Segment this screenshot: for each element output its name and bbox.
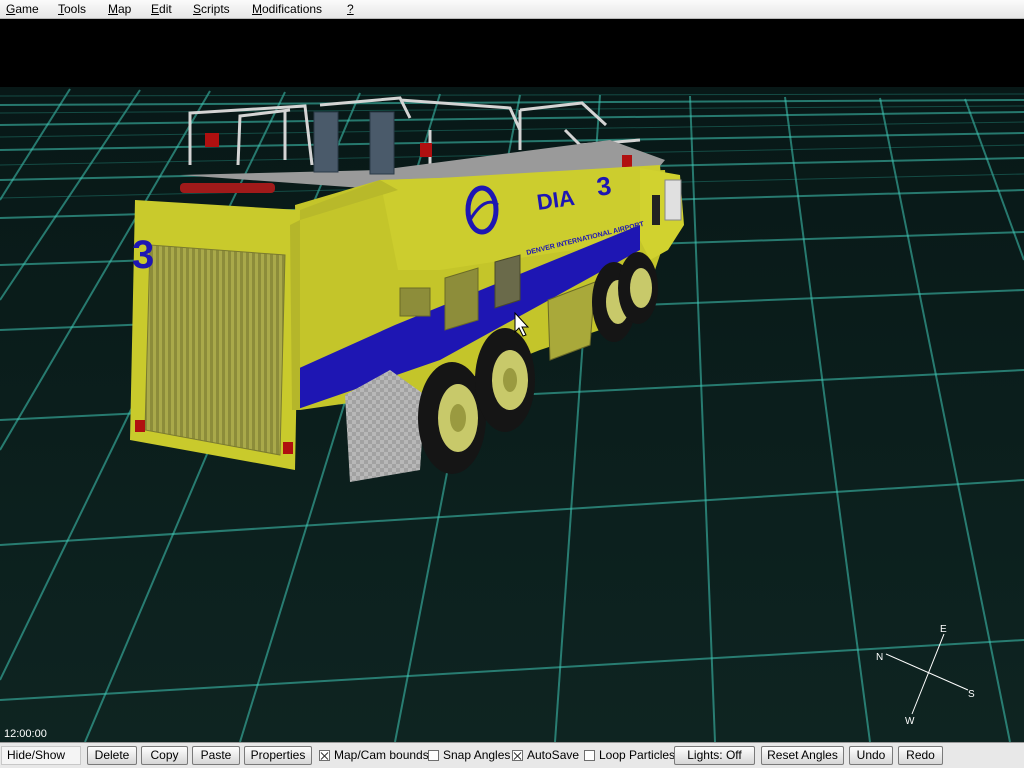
roof-light-left: [205, 133, 219, 147]
undo-button[interactable]: Undo: [849, 746, 893, 765]
cab-door: [652, 195, 660, 225]
map-cam-bounds-box[interactable]: [319, 750, 330, 761]
compass-e: E: [940, 624, 947, 635]
game-time: 12:00:00: [4, 728, 47, 740]
snap-angles-label: Snap Angles: [443, 748, 511, 762]
autosave-checkbox[interactable]: AutoSave: [512, 747, 579, 764]
menu-scripts[interactable]: Scripts: [193, 2, 230, 16]
truck-rear-number: 3: [132, 233, 154, 277]
menu-bar: Game Tools Map Edit Scripts Modification…: [0, 0, 1024, 19]
compartment-door-1: [444, 267, 479, 331]
menu-help[interactable]: ?: [347, 2, 354, 16]
hide-show-button[interactable]: Hide/Show: [1, 746, 81, 765]
copy-button[interactable]: Copy: [141, 746, 188, 765]
map-cam-bounds-label: Map/Cam bounds: [334, 748, 429, 762]
compass-n: N: [876, 652, 883, 663]
menu-game[interactable]: Game: [6, 2, 39, 16]
properties-button[interactable]: Properties: [244, 746, 312, 765]
reset-angles-button[interactable]: Reset Angles: [761, 746, 844, 765]
menu-map[interactable]: Map: [108, 2, 131, 16]
bottom-toolbar: Hide/Show Delete Copy Paste Properties M…: [0, 742, 1024, 768]
map-cam-bounds-checkbox[interactable]: Map/Cam bounds: [319, 747, 429, 764]
rear-grille: [144, 244, 286, 456]
cab-window: [664, 179, 682, 221]
compartment-door-2: [494, 254, 521, 309]
loop-particles-checkbox[interactable]: Loop Particles: [584, 747, 675, 764]
roof-tank-left: [313, 111, 339, 173]
compass-s: S: [968, 689, 975, 700]
roof-light-front: [622, 155, 632, 167]
menu-tools[interactable]: Tools: [58, 2, 86, 16]
vent-panel: [399, 287, 431, 317]
compass-w: W: [905, 716, 915, 726]
redo-button[interactable]: Redo: [898, 746, 943, 765]
truck-operator-text: DIA: [535, 185, 576, 215]
loop-particles-box[interactable]: [584, 750, 595, 761]
delete-button[interactable]: Delete: [87, 746, 137, 765]
roof-light-mid: [420, 143, 432, 157]
sky: [0, 19, 1024, 87]
snap-angles-box[interactable]: [428, 750, 439, 761]
lights-toggle-button[interactable]: Lights: Off: [674, 746, 755, 765]
menu-modifications[interactable]: Modifications: [252, 2, 322, 16]
rear-light-right: [283, 442, 293, 454]
paste-button[interactable]: Paste: [192, 746, 240, 765]
autosave-box[interactable]: [512, 750, 523, 761]
snap-angles-checkbox[interactable]: Snap Angles: [428, 747, 510, 764]
menu-edit[interactable]: Edit: [151, 2, 172, 16]
loop-particles-label: Loop Particles: [599, 748, 676, 762]
compass-icon: N E S W: [876, 624, 975, 726]
roof-tank-right: [369, 111, 395, 175]
light-bar: [180, 183, 275, 193]
autosave-label: AutoSave: [527, 748, 580, 762]
rear-light-left: [135, 420, 145, 432]
